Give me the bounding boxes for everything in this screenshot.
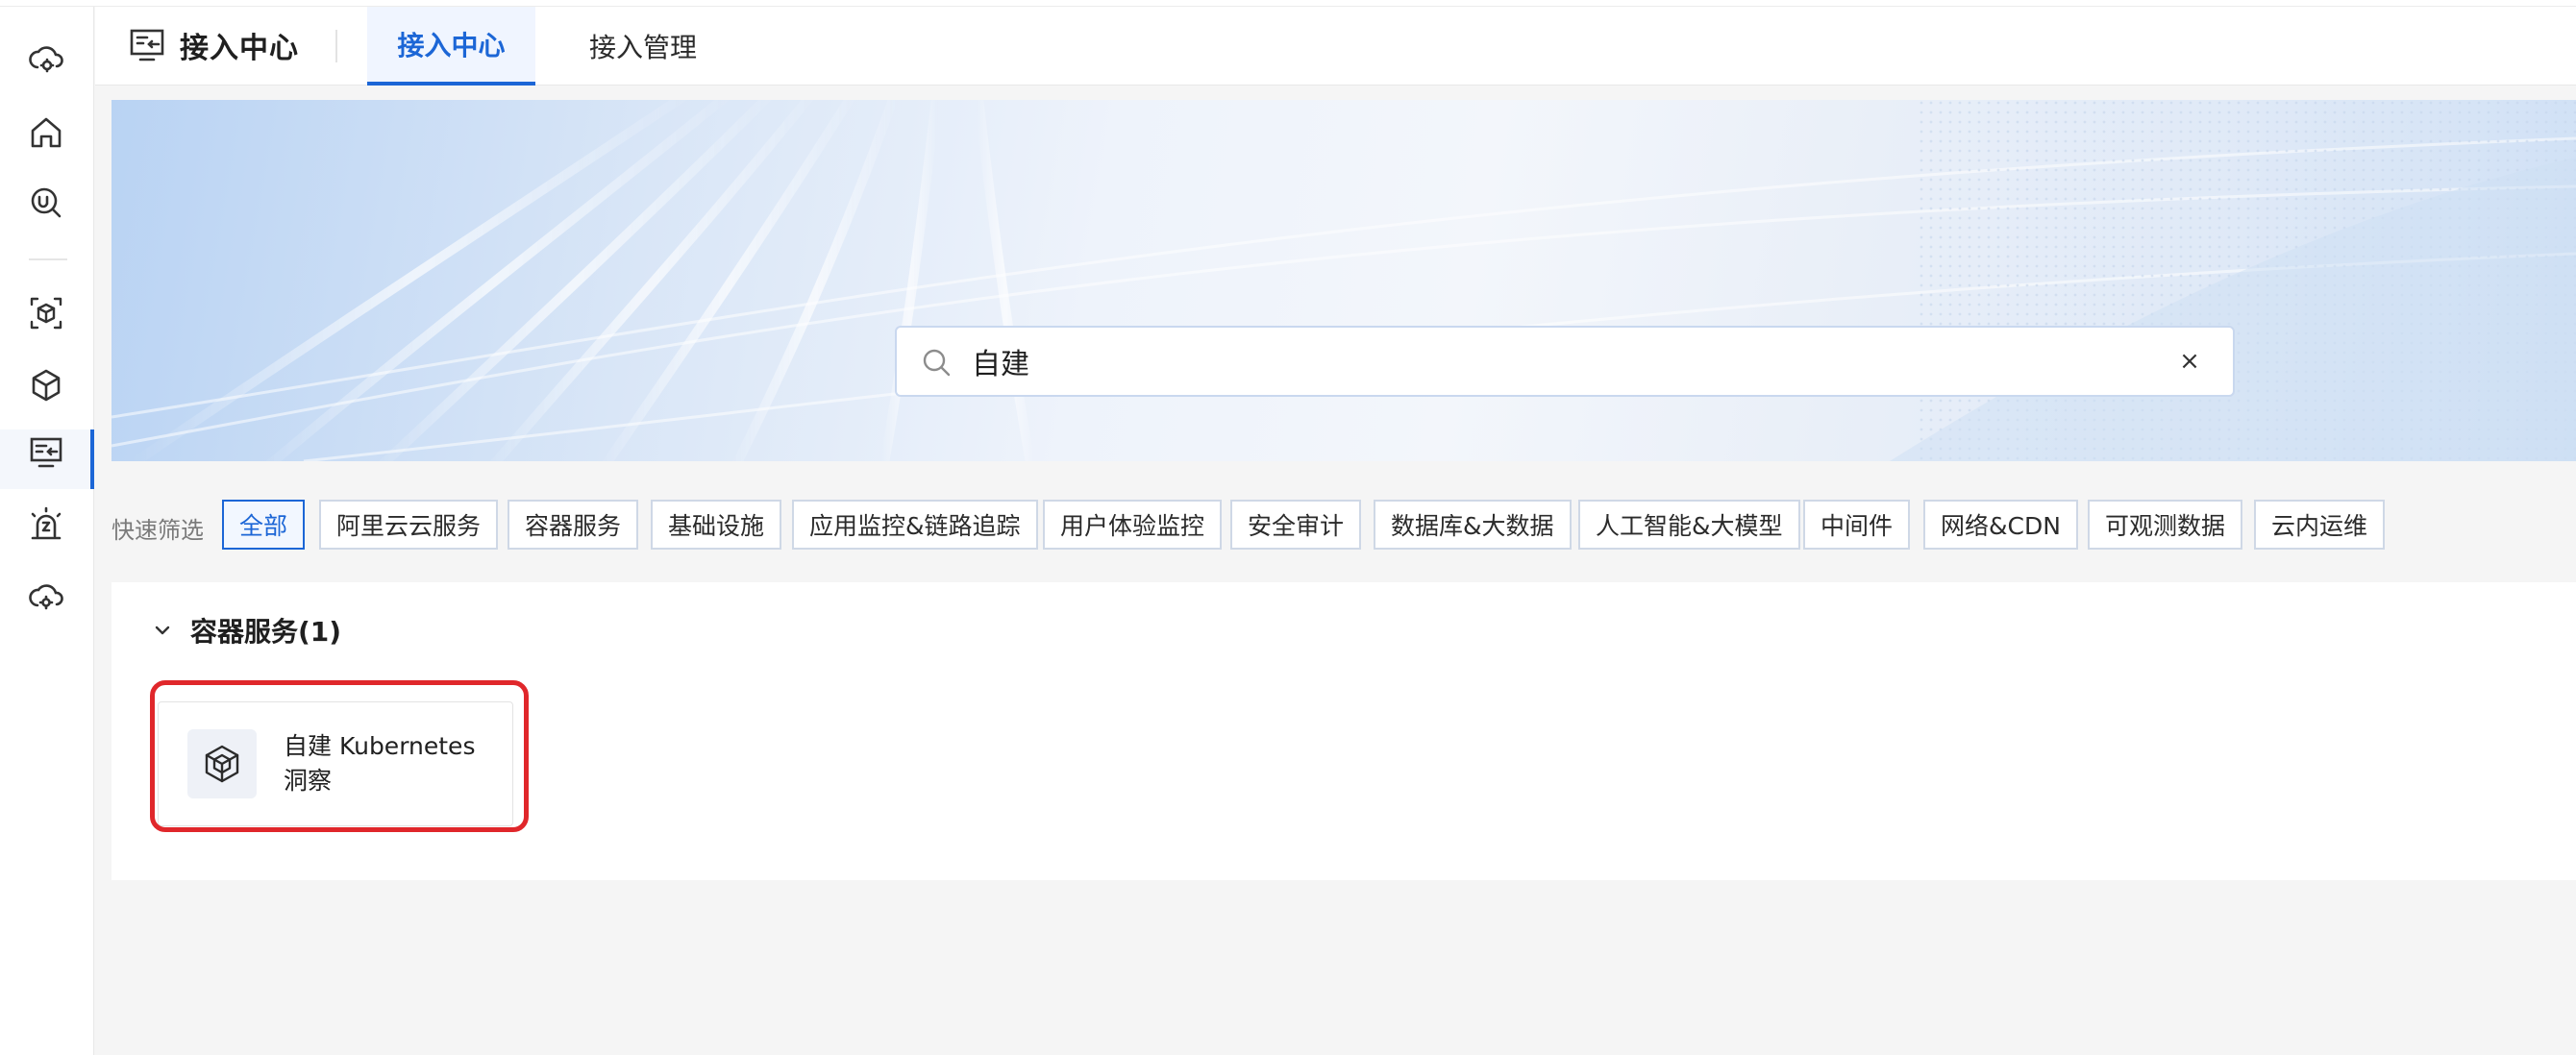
- integration-card-self-built-kubernetes[interactable]: 自建 Kubernetes 洞察: [158, 701, 513, 826]
- header-separator: [335, 30, 337, 62]
- app-title: 接入中心: [180, 32, 299, 65]
- filter-chip-user-experience[interactable]: 用户体验监控: [1043, 500, 1223, 550]
- cloud-settings-icon[interactable]: [23, 574, 69, 620]
- search-input[interactable]: [972, 337, 2125, 385]
- section-header-container-services[interactable]: 容器服务(1): [150, 611, 341, 650]
- integration-center-icon: [130, 29, 164, 61]
- alert-bulb-icon[interactable]: [23, 502, 69, 548]
- filter-chip-middleware[interactable]: 中间件: [1803, 500, 1911, 550]
- quick-filters: 快速筛选 全部 阿里云云服务 容器服务 基础设施 应用监控&链路追踪 用户体验监…: [111, 500, 2572, 550]
- results-panel: 容器服务(1) 自建 Kubernetes 洞察: [111, 582, 2576, 880]
- clear-search-button[interactable]: ×: [2173, 345, 2206, 378]
- filter-chip-aliyun-services[interactable]: 阿里云云服务: [319, 500, 499, 550]
- filter-chip-observability-data[interactable]: 可观测数据: [2088, 500, 2243, 550]
- app-root: 接入中心 接入中心 接入管理 自建 × 快速筛选 全部 阿里云云服务 容器服务 …: [0, 0, 2576, 1055]
- hero-banner: ×: [111, 100, 2576, 461]
- card-logo: [187, 729, 257, 798]
- filter-chip-apm-tracing[interactable]: 应用监控&链路追踪: [792, 500, 1038, 550]
- filter-chip-infrastructure[interactable]: 基础设施: [651, 500, 782, 550]
- kubernetes-cube-icon: [205, 745, 239, 783]
- tab-integration-center[interactable]: 接入中心: [367, 7, 535, 86]
- filter-chip-network-cdn[interactable]: 网络&CDN: [1923, 500, 2078, 550]
- filter-chip-security-audit[interactable]: 安全审计: [1230, 500, 1362, 550]
- sidebar: [0, 7, 94, 1055]
- app-brand: 接入中心: [128, 24, 299, 66]
- search-icon: [923, 349, 951, 377]
- cloud-gear-icon[interactable]: [23, 36, 69, 82]
- filter-chip-container-services[interactable]: 容器服务: [508, 500, 639, 550]
- search-box: ×: [895, 326, 2235, 397]
- card-title: 自建 Kubernetes 洞察: [284, 732, 476, 795]
- sidebar-divider: [29, 258, 67, 260]
- tab-integration-management[interactable]: 接入管理: [566, 7, 720, 86]
- filter-chip-ai-llm[interactable]: 人工智能&大模型: [1578, 500, 1800, 550]
- filter-chip-all[interactable]: 全部: [222, 500, 306, 550]
- quick-filter-label: 快速筛选: [111, 517, 204, 544]
- chevron-down-icon: [155, 626, 170, 635]
- cube-icon[interactable]: [23, 362, 69, 408]
- top-hairline: [0, 0, 2576, 7]
- filter-chip-database-bigdata[interactable]: 数据库&大数据: [1374, 500, 1572, 550]
- top-header: 接入中心 接入中心 接入管理: [95, 7, 2576, 86]
- banner-decoration: [111, 100, 2576, 461]
- home-icon[interactable]: [23, 110, 69, 156]
- sidebar-active-indicator: [90, 429, 94, 489]
- search-magnifier-icon[interactable]: [23, 180, 69, 226]
- filter-chip-cloud-ops[interactable]: 云内运维: [2254, 500, 2386, 550]
- integration-monitor-icon[interactable]: [23, 429, 69, 476]
- cube-frame-icon[interactable]: [23, 290, 69, 336]
- section-title: 容器服务(1): [190, 616, 342, 648]
